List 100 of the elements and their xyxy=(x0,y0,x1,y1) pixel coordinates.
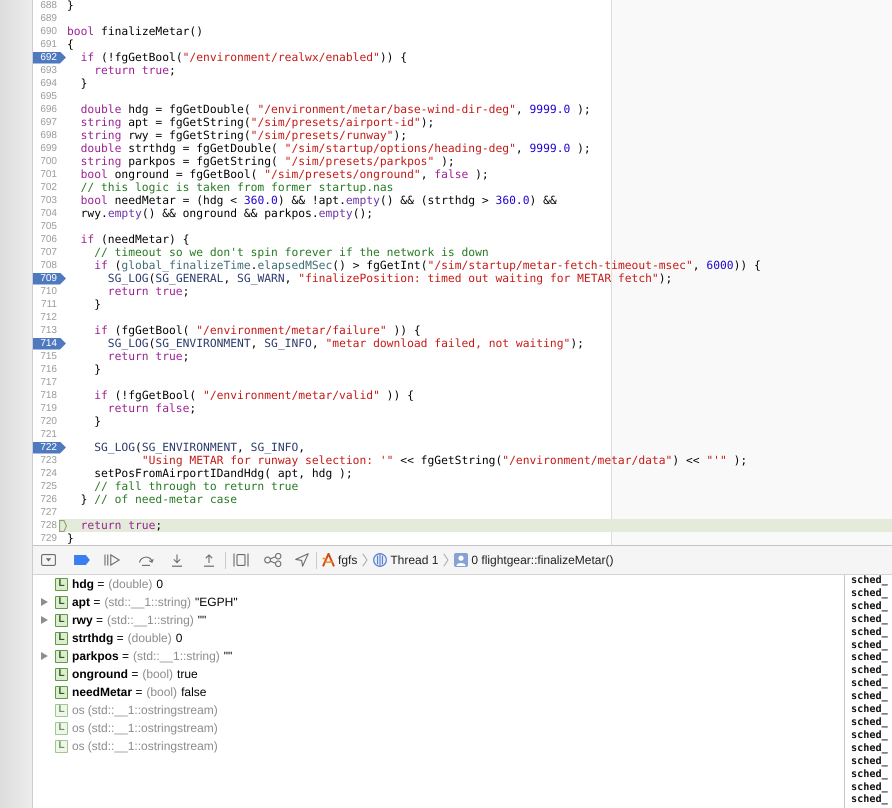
scope-badge: L xyxy=(55,668,68,680)
console-line: sched_ xyxy=(851,691,889,704)
variable-type: (bool) xyxy=(142,667,174,681)
code-line: // fall through to return true xyxy=(94,480,298,493)
line-number: 719 xyxy=(39,402,58,415)
variable-type: (std::__1::string) xyxy=(107,613,194,627)
variable-value: "EGPH" xyxy=(195,595,238,609)
code-line: } xyxy=(80,77,88,90)
scope-badge: L xyxy=(55,704,68,716)
line-number: 721 xyxy=(39,428,58,441)
variable-type: (std::__1::string) xyxy=(104,595,192,609)
console-line: sched_ xyxy=(851,742,889,756)
console-line: sched_ xyxy=(851,626,889,640)
console-line: sched_ xyxy=(851,600,889,614)
chevron-icon xyxy=(362,553,368,567)
line-number: 712 xyxy=(39,311,58,324)
variable-value: 0 xyxy=(156,577,164,591)
line-number: 702 xyxy=(39,181,58,194)
chevron-icon xyxy=(443,553,450,567)
line-number: 708 xyxy=(39,259,58,272)
code-line: string parkpos = fgGetString( "/sim/presets/parkpos" ); xyxy=(80,155,455,168)
code-line: double hdg = fgGetDouble( "/environment/metar/base-wind-dir-deg", 9999.0 ); xyxy=(80,103,591,116)
variable-name: os xyxy=(72,739,85,753)
variable-value: true xyxy=(177,667,198,681)
line-number: 718 xyxy=(39,389,58,402)
line-number: 706 xyxy=(39,233,58,246)
view-hierarchy-icon[interactable] xyxy=(233,553,249,567)
person-icon xyxy=(454,553,468,567)
console-line: sched_ xyxy=(851,640,889,652)
scope-badge: L xyxy=(55,614,68,626)
step-out-icon[interactable] xyxy=(203,554,215,566)
variable-name: needMetar = xyxy=(72,685,142,699)
variable-name: strthdg = xyxy=(72,631,124,645)
code-line: } xyxy=(67,532,74,545)
line-number: 710 xyxy=(39,285,58,298)
code-line: } xyxy=(67,0,74,12)
variable-value: false xyxy=(181,685,206,699)
line-number: 717 xyxy=(39,376,58,389)
variable-name: onground = xyxy=(72,667,138,681)
line-number: 720 xyxy=(39,415,58,428)
step-into-icon[interactable] xyxy=(171,554,183,566)
breadcrumb[interactable]: 0 flightgear::finalizeMetar() xyxy=(454,553,614,567)
breakpoint-marker[interactable]: 709 xyxy=(33,272,66,284)
code-line: if (needMetar) { xyxy=(80,233,190,246)
line-number: 703 xyxy=(39,194,58,207)
code-line: return false; xyxy=(108,402,196,415)
line-number: 715 xyxy=(39,350,58,363)
line-number: 696 xyxy=(39,103,58,116)
line-number: 707 xyxy=(39,246,58,259)
line-number: 704 xyxy=(39,207,58,220)
console-line: sched_ xyxy=(851,756,889,769)
breakpoint-icon[interactable] xyxy=(74,555,90,565)
disclosure-triangle-icon[interactable] xyxy=(41,652,48,660)
disclosure-triangle-icon[interactable] xyxy=(41,616,48,624)
line-number: 716 xyxy=(39,363,58,376)
line-number: 713 xyxy=(39,324,58,337)
breakpoint-marker[interactable]: 722 xyxy=(33,442,66,454)
code-line: if (fgGetBool( "/environment/metar/failure" )) { xyxy=(94,324,421,337)
memory-graph-icon[interactable] xyxy=(264,553,282,567)
console-line: sched_ xyxy=(851,768,889,782)
code-line: { xyxy=(67,38,74,51)
breakpoint-marker[interactable]: 714 xyxy=(33,338,66,350)
code-line: bool onground = fgGetBool( "/sim/presets/onground", false ); xyxy=(80,168,489,181)
line-number: 725 xyxy=(39,480,58,493)
step-over-icon[interactable] xyxy=(138,554,154,566)
code-line: double strthdg = fgGetDouble( "/sim/startup/options/heading-deg", 9999.0 ); xyxy=(80,142,591,155)
code-line: } xyxy=(94,363,102,376)
line-number: 688 xyxy=(39,0,58,12)
code-line: SG_LOG(SG_ENVIRONMENT, SG_INFO, "metar download failed, not waiting"); xyxy=(108,337,584,350)
code-line: SG_LOG(SG_GENERAL, SG_WARN, "finalizePosition: timed out waiting for METAR fetch"); xyxy=(108,272,672,285)
console-line: sched_ xyxy=(851,782,889,794)
line-number: 727 xyxy=(39,506,58,519)
breadcrumb[interactable]: fgfs xyxy=(322,553,358,567)
variable-type: (std::__1::ostringstream) xyxy=(88,721,218,735)
variable-value: "" xyxy=(224,649,232,663)
location-arrow-icon[interactable] xyxy=(295,553,309,567)
breadcrumb[interactable]: Thread 1 xyxy=(373,553,438,567)
code-line: if (global_finalizeTime.elapsedMSec() > fgGetInt("/sim/startup/metar-fetch-timeout-msec", 6000)) { xyxy=(94,259,761,272)
continue-icon[interactable] xyxy=(104,554,120,566)
scope-badge: L xyxy=(55,686,68,698)
disclosure-triangle-icon[interactable] xyxy=(41,598,48,606)
variable-type: (double) xyxy=(108,577,152,591)
console-line: sched_ xyxy=(851,730,889,743)
console-line: sched_ xyxy=(851,716,889,730)
code-line: } xyxy=(94,298,102,311)
line-number: 691 xyxy=(39,38,58,51)
code-line: string apt = fgGetString("/sim/presets/airport-id"); xyxy=(80,116,434,129)
code-line: bool finalizeMetar() xyxy=(67,25,204,38)
code-line: // timeout so we don't spin forever if the network is down xyxy=(94,246,489,259)
code-line: return true; xyxy=(80,519,162,532)
code-line: if (!fgGetBool( "/environment/metar/valid" )) { xyxy=(94,389,414,402)
code-line: } // of need-metar case xyxy=(80,493,238,506)
hide-panel-icon[interactable] xyxy=(41,554,56,566)
code-line: rwy.empty() && onground && parkpos.empty(); xyxy=(80,207,374,220)
variable-name: os xyxy=(72,721,85,735)
variable-type: (bool) xyxy=(146,685,178,699)
breakpoint-marker[interactable]: 692 xyxy=(33,52,66,64)
console-line: sched_ xyxy=(851,614,889,627)
variable-type: (std::__1::string) xyxy=(133,649,220,663)
line-number: 690 xyxy=(39,25,58,38)
